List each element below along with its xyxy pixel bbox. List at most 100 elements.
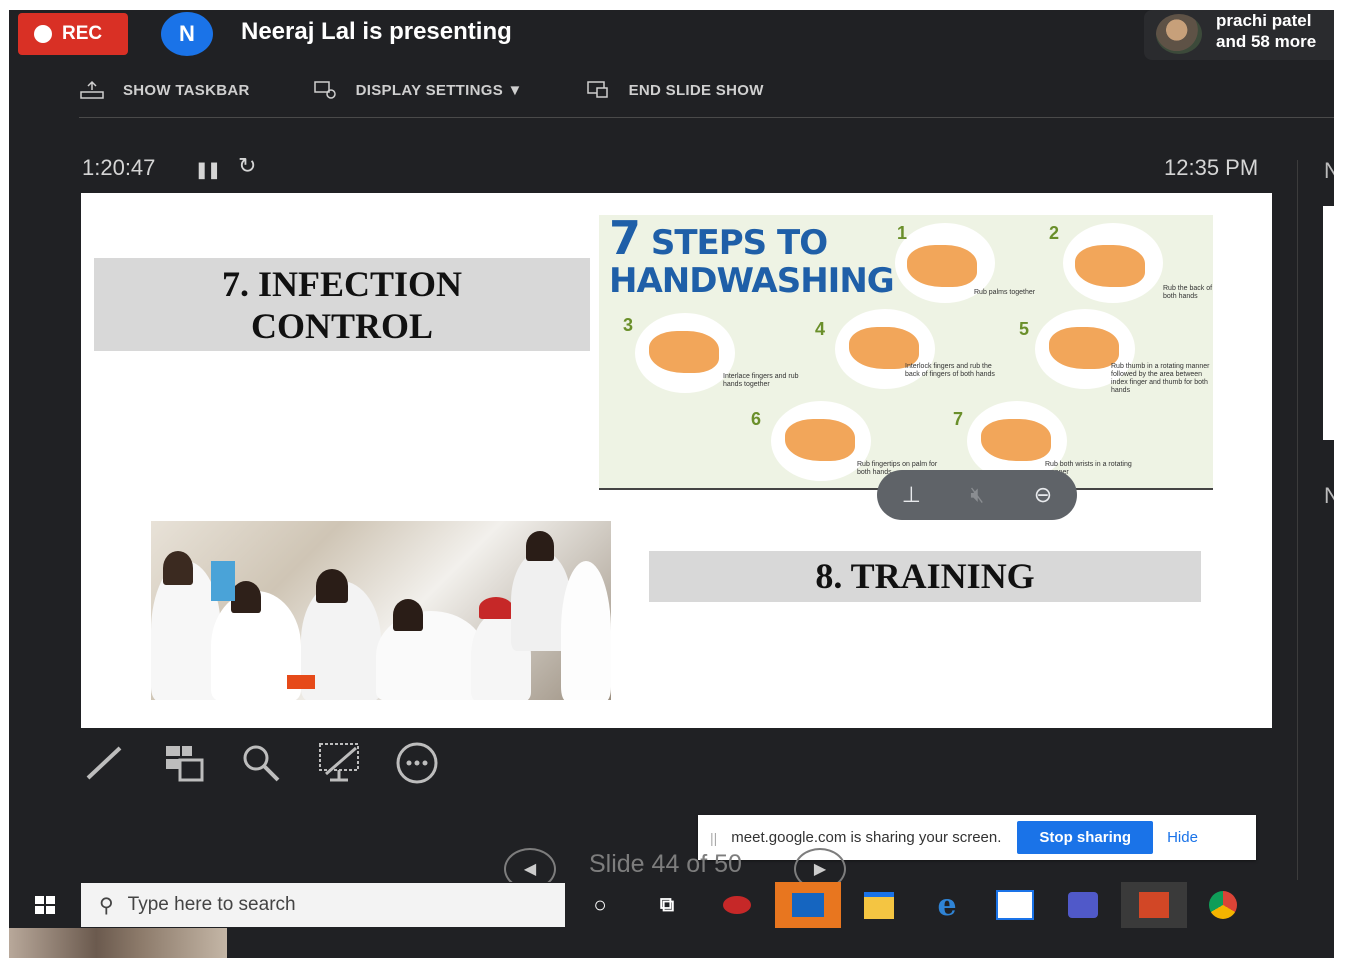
slide-grid-icon[interactable] <box>160 740 206 786</box>
drag-handle-icon[interactable]: || <box>710 830 717 846</box>
app-red-icon[interactable] <box>717 889 757 921</box>
screen-share-notification: || meet.google.com is sharing your scree… <box>698 815 1256 860</box>
pen-icon[interactable] <box>82 740 128 786</box>
notes-divider <box>1297 160 1298 880</box>
infection-line-2: CONTROL <box>250 306 434 346</box>
stop-sharing-button[interactable]: Stop sharing <box>1017 821 1154 854</box>
show-taskbar-label: SHOW TASKBAR <box>123 81 250 99</box>
minimize-icon[interactable]: ⊖ <box>1034 482 1052 508</box>
person-figure <box>561 561 611 700</box>
self-view-camera <box>9 928 227 958</box>
pin-icon[interactable]: ⊥ <box>902 482 921 508</box>
step-number: 4 <box>815 319 826 339</box>
elapsed-timer: 1:20:47 <box>82 155 156 180</box>
participant-avatar <box>1156 14 1202 54</box>
recording-badge: REC <box>18 13 128 55</box>
person-figure <box>393 599 423 631</box>
toolbar-divider <box>79 117 1334 118</box>
poster-title-line-1: STEPS TO <box>640 223 828 263</box>
end-slide-show-label: END SLIDE SHOW <box>628 81 764 99</box>
search-placeholder: Type here to search <box>127 894 296 915</box>
poster-title: 7 STEPS TO HANDWASHING <box>609 215 895 301</box>
hand-icon <box>649 331 719 373</box>
handwashing-poster: 7 STEPS TO HANDWASHING 1 Rub palms toget… <box>599 215 1213 490</box>
notes-header-cropped: N <box>1324 158 1334 183</box>
hcl-app-icon[interactable] <box>995 889 1035 921</box>
current-slide: 7. INFECTION CONTROL 7 STEPS TO HANDWASH… <box>81 193 1272 728</box>
display-settings-button[interactable]: DISPLAY SETTINGS ▼ <box>312 80 523 100</box>
current-time: 12:35 PM <box>1164 155 1259 180</box>
slide-counter: Slide 44 of 50 <box>589 850 742 879</box>
hand-icon <box>981 419 1051 461</box>
slide-counter-total: of 50 <box>679 850 742 878</box>
windows-taskbar: ⚲ Type here to search ○ ⧉ e <box>9 882 1334 928</box>
internet-explorer-icon[interactable]: e <box>927 888 967 923</box>
cortana-icon[interactable]: ○ <box>580 889 620 921</box>
step-number: 6 <box>751 409 762 429</box>
outlook-icon[interactable] <box>775 882 841 928</box>
participant-name: prachi patel <box>1216 11 1312 30</box>
hand-icon <box>907 245 977 287</box>
file-explorer-icon[interactable] <box>859 889 899 921</box>
display-settings-label: DISPLAY SETTINGS ▼ <box>355 81 523 99</box>
chrome-icon[interactable] <box>1203 889 1243 921</box>
presenter-toolbar: SHOW TASKBAR DISPLAY SETTINGS ▼ END SLID… <box>79 70 826 110</box>
share-message: meet.google.com is sharing your screen. <box>731 829 1002 846</box>
step-caption: Rub palms together <box>974 289 1036 296</box>
step-number: 5 <box>1019 319 1030 339</box>
task-view-icon[interactable]: ⧉ <box>647 889 687 921</box>
person-figure <box>231 581 261 613</box>
end-slideshow-icon <box>586 81 608 98</box>
participant-count: and 58 more <box>1216 32 1317 51</box>
windows-start-icon[interactable] <box>35 896 57 916</box>
hand-icon <box>785 419 855 461</box>
search-icon: ⚲ <box>99 894 114 917</box>
notes-label-cropped: N <box>1324 483 1334 508</box>
infection-line-1: 7. INFECTION <box>221 264 463 304</box>
taskbar-search[interactable]: ⚲ Type here to search <box>81 883 565 927</box>
step-caption: Interlock fingers and rub the back of fi… <box>905 363 995 378</box>
person-figure <box>526 531 554 561</box>
record-dot-icon <box>34 25 52 43</box>
rec-label: REC <box>62 23 103 44</box>
more-options-icon[interactable] <box>394 740 440 786</box>
step-number: 1 <box>897 223 908 243</box>
step-caption: Rub thumb in a rotating manner followed … <box>1111 363 1210 394</box>
end-slide-show-button[interactable]: END SLIDE SHOW <box>585 80 764 100</box>
black-screen-icon[interactable] <box>316 740 362 786</box>
person-figure <box>316 569 348 603</box>
orange-object <box>287 675 315 689</box>
step-3-illustration <box>635 313 735 393</box>
presenter-avatar: N <box>161 12 213 56</box>
media-float-bar: ⊥ 🔇︎ ⊖ <box>877 470 1077 520</box>
powerpoint-icon[interactable] <box>1121 882 1187 928</box>
presenting-text: Neeraj Lal is presenting <box>241 18 512 45</box>
taskbar-icon <box>80 80 104 99</box>
display-settings-icon <box>313 81 336 99</box>
infection-control-heading: 7. INFECTION CONTROL <box>94 258 590 351</box>
show-taskbar-button[interactable]: SHOW TASKBAR <box>79 80 250 100</box>
presenter-tools <box>82 740 440 786</box>
training-photo <box>151 521 611 700</box>
step-caption: Interlace fingers and rub hands together <box>723 373 799 388</box>
poster-title-number: 7 <box>609 215 641 265</box>
slide-counter-current: Slide 44 <box>589 850 680 878</box>
reset-timer-icon[interactable]: ↻ <box>238 153 256 179</box>
zoom-icon[interactable] <box>238 740 284 786</box>
pause-timer-icon[interactable]: ❚❚ <box>195 160 221 180</box>
meeting-top-bar: REC N Neeraj Lal is presenting prachi pa… <box>9 10 1334 60</box>
hand-icon <box>1075 245 1145 287</box>
teams-icon[interactable] <box>1063 889 1103 921</box>
poster-title-line-2: HANDWASHING <box>609 261 895 301</box>
person-figure <box>479 597 513 619</box>
participants-chip[interactable]: prachi patel and 58 more <box>1144 10 1334 60</box>
step-2-illustration <box>1063 223 1163 303</box>
training-heading: 8. TRAINING <box>649 551 1201 602</box>
mute-icon[interactable]: 🔇︎ <box>970 482 984 508</box>
step-6-illustration <box>771 401 871 481</box>
step-caption: Rub the back of both hands <box>1163 285 1213 300</box>
hide-button[interactable]: Hide <box>1167 829 1198 846</box>
step-number: 2 <box>1049 223 1060 243</box>
next-slide-preview <box>1323 206 1334 440</box>
participants-label: prachi patel and 58 more <box>1216 10 1316 52</box>
